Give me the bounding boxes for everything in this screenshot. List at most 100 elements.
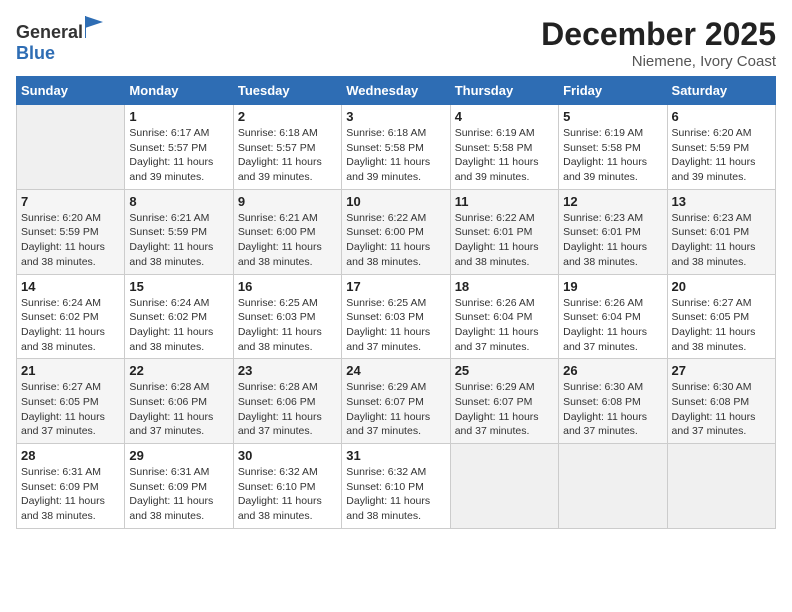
day-info: Sunrise: 6:32 AMSunset: 6:10 PMDaylight:… — [346, 465, 445, 524]
calendar-cell: 12 Sunrise: 6:23 AMSunset: 6:01 PMDayligh… — [559, 189, 667, 274]
calendar-cell — [559, 444, 667, 529]
week-row-4: 21Sunrise: 6:27 AMSunset: 6:05 PMDayligh… — [17, 359, 776, 444]
weekday-header-wednesday: Wednesday — [342, 77, 450, 105]
calendar-cell: 2 Sunrise: 6:18 AMSunset: 5:57 PMDaylight… — [233, 105, 341, 190]
week-row-3: 14 Sunrise: 6:24 AMSunset: 6:02 PMDayligh… — [17, 274, 776, 359]
day-info: Sunrise: 6:29 AMSunset: 6:07 PMDaylight:… — [346, 380, 445, 439]
weekday-header-friday: Friday — [559, 77, 667, 105]
location-subtitle: Niemene, Ivory Coast — [541, 53, 776, 70]
calendar-cell: 19Sunrise: 6:26 AMSunset: 6:04 PMDayligh… — [559, 274, 667, 359]
calendar-cell: 29 Sunrise: 6:31 AMSunset: 6:09 PMDayligh… — [125, 444, 233, 529]
calendar-header-row: SundayMondayTuesdayWednesdayThursdayFrid… — [17, 77, 776, 105]
calendar-cell: 23 Sunrise: 6:28 AMSunset: 6:06 PMDayligh… — [233, 359, 341, 444]
calendar-cell: 16Sunrise: 6:25 AMSunset: 6:03 PMDayligh… — [233, 274, 341, 359]
day-number: 19 — [563, 279, 662, 294]
day-number: 4 — [455, 109, 554, 124]
day-info: Sunrise: 6:31 AMSunset: 6:09 PMDaylight:… — [21, 465, 120, 524]
weekday-header-saturday: Saturday — [667, 77, 775, 105]
day-number: 31 — [346, 448, 445, 463]
day-info: Sunrise: 6:19 AMSunset: 5:58 PMDaylight:… — [563, 126, 662, 185]
calendar-cell: 3 Sunrise: 6:18 AMSunset: 5:58 PMDaylight… — [342, 105, 450, 190]
day-number: 27 — [672, 363, 771, 378]
day-number: 12 — [563, 194, 662, 209]
day-number: 29 — [129, 448, 228, 463]
day-info: Sunrise: 6:21 AMSunset: 5:59 PMDaylight:… — [129, 211, 228, 270]
calendar-cell: 1 Sunrise: 6:17 AMSunset: 5:57 PMDaylight… — [125, 105, 233, 190]
day-number: 17 — [346, 279, 445, 294]
logo-flag-icon — [85, 16, 103, 38]
day-info: Sunrise: 6:28 AMSunset: 6:06 PMDaylight:… — [129, 380, 228, 439]
calendar-cell: 14 Sunrise: 6:24 AMSunset: 6:02 PMDayligh… — [17, 274, 125, 359]
day-number: 28 — [21, 448, 120, 463]
calendar-cell: 20 Sunrise: 6:27 AMSunset: 6:05 PMDayligh… — [667, 274, 775, 359]
calendar-cell: 31 Sunrise: 6:32 AMSunset: 6:10 PMDayligh… — [342, 444, 450, 529]
week-row-1: 1 Sunrise: 6:17 AMSunset: 5:57 PMDaylight… — [17, 105, 776, 190]
week-row-2: 7 Sunrise: 6:20 AMSunset: 5:59 PMDaylight… — [17, 189, 776, 274]
day-info: Sunrise: 6:32 AMSunset: 6:10 PMDaylight:… — [238, 465, 337, 524]
calendar-body: 1 Sunrise: 6:17 AMSunset: 5:57 PMDaylight… — [17, 105, 776, 529]
calendar-cell: 9Sunrise: 6:21 AMSunset: 6:00 PMDaylight… — [233, 189, 341, 274]
day-info: Sunrise: 6:31 AMSunset: 6:09 PMDaylight:… — [129, 465, 228, 524]
calendar-cell: 8 Sunrise: 6:21 AMSunset: 5:59 PMDaylight… — [125, 189, 233, 274]
weekday-header-monday: Monday — [125, 77, 233, 105]
calendar-cell: 5 Sunrise: 6:19 AMSunset: 5:58 PMDaylight… — [559, 105, 667, 190]
calendar-cell: 6Sunrise: 6:20 AMSunset: 5:59 PMDaylight… — [667, 105, 775, 190]
calendar-cell: 21Sunrise: 6:27 AMSunset: 6:05 PMDayligh… — [17, 359, 125, 444]
day-number: 7 — [21, 194, 120, 209]
day-number: 18 — [455, 279, 554, 294]
calendar-table: SundayMondayTuesdayWednesdayThursdayFrid… — [16, 76, 776, 529]
day-info: Sunrise: 6:17 AMSunset: 5:57 PMDaylight:… — [129, 126, 228, 185]
day-number: 22 — [129, 363, 228, 378]
day-info: Sunrise: 6:24 AMSunset: 6:02 PMDaylight:… — [21, 296, 120, 355]
calendar-cell: 27Sunrise: 6:30 AMSunset: 6:08 PMDayligh… — [667, 359, 775, 444]
day-number: 3 — [346, 109, 445, 124]
day-info: Sunrise: 6:24 AMSunset: 6:02 PMDaylight:… — [129, 296, 228, 355]
day-number: 30 — [238, 448, 337, 463]
calendar-cell — [450, 444, 558, 529]
day-info: Sunrise: 6:18 AMSunset: 5:58 PMDaylight:… — [346, 126, 445, 185]
weekday-header-thursday: Thursday — [450, 77, 558, 105]
calendar-cell: 11Sunrise: 6:22 AMSunset: 6:01 PMDayligh… — [450, 189, 558, 274]
day-info: Sunrise: 6:23 AMSunset: 6:01 PMDaylight:… — [672, 211, 771, 270]
day-number: 20 — [672, 279, 771, 294]
day-info: Sunrise: 6:18 AMSunset: 5:57 PMDaylight:… — [238, 126, 337, 185]
day-number: 24 — [346, 363, 445, 378]
logo-text: General — [16, 16, 103, 43]
day-number: 5 — [563, 109, 662, 124]
day-info: Sunrise: 6:22 AMSunset: 6:01 PMDaylight:… — [455, 211, 554, 270]
day-number: 23 — [238, 363, 337, 378]
day-info: Sunrise: 6:25 AMSunset: 6:03 PMDaylight:… — [346, 296, 445, 355]
calendar-cell: 28 Sunrise: 6:31 AMSunset: 6:09 PMDayligh… — [17, 444, 125, 529]
day-number: 15 — [129, 279, 228, 294]
day-number: 9 — [238, 194, 337, 209]
day-info: Sunrise: 6:30 AMSunset: 6:08 PMDaylight:… — [563, 380, 662, 439]
logo: General Blue — [16, 16, 103, 64]
day-number: 8 — [129, 194, 228, 209]
calendar-cell: 26 Sunrise: 6:30 AMSunset: 6:08 PMDayligh… — [559, 359, 667, 444]
day-number: 25 — [455, 363, 554, 378]
calendar-cell — [667, 444, 775, 529]
day-info: Sunrise: 6:20 AMSunset: 5:59 PMDaylight:… — [21, 211, 120, 270]
calendar-cell: 15 Sunrise: 6:24 AMSunset: 6:02 PMDayligh… — [125, 274, 233, 359]
day-info: Sunrise: 6:22 AMSunset: 6:00 PMDaylight:… — [346, 211, 445, 270]
calendar-cell — [17, 105, 125, 190]
day-info: Sunrise: 6:27 AMSunset: 6:05 PMDaylight:… — [672, 296, 771, 355]
day-number: 13 — [672, 194, 771, 209]
title-block: December 2025 Niemene, Ivory Coast — [541, 16, 776, 70]
logo-blue-text: Blue — [16, 43, 103, 64]
week-row-5: 28 Sunrise: 6:31 AMSunset: 6:09 PMDayligh… — [17, 444, 776, 529]
calendar-cell: 4Sunrise: 6:19 AMSunset: 5:58 PMDaylight… — [450, 105, 558, 190]
day-info: Sunrise: 6:23 AMSunset: 6:01 PMDaylight:… — [563, 211, 662, 270]
day-number: 14 — [21, 279, 120, 294]
day-info: Sunrise: 6:27 AMSunset: 6:05 PMDaylight:… — [21, 380, 120, 439]
calendar-cell: 17 Sunrise: 6:25 AMSunset: 6:03 PMDayligh… — [342, 274, 450, 359]
day-number: 26 — [563, 363, 662, 378]
calendar-cell: 10Sunrise: 6:22 AMSunset: 6:00 PMDayligh… — [342, 189, 450, 274]
day-info: Sunrise: 6:20 AMSunset: 5:59 PMDaylight:… — [672, 126, 771, 185]
day-number: 2 — [238, 109, 337, 124]
day-info: Sunrise: 6:28 AMSunset: 6:06 PMDaylight:… — [238, 380, 337, 439]
day-info: Sunrise: 6:26 AMSunset: 6:04 PMDaylight:… — [455, 296, 554, 355]
day-info: Sunrise: 6:25 AMSunset: 6:03 PMDaylight:… — [238, 296, 337, 355]
calendar-cell: 24 Sunrise: 6:29 AMSunset: 6:07 PMDayligh… — [342, 359, 450, 444]
day-number: 1 — [129, 109, 228, 124]
